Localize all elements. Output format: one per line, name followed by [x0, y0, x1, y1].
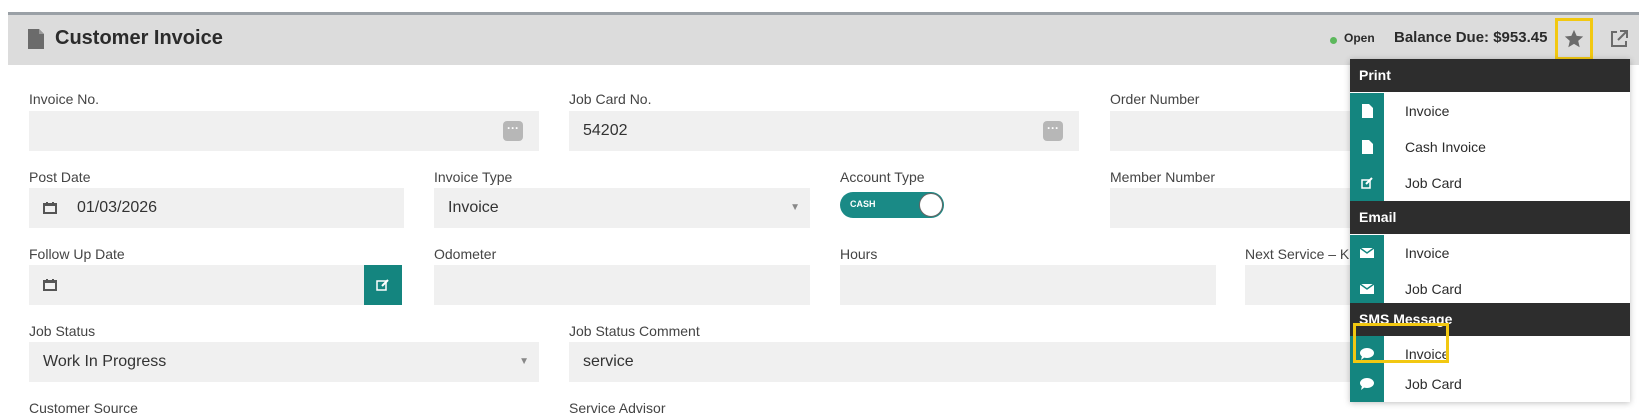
- lookup-icon[interactable]: ···: [503, 121, 523, 141]
- job-status-comment-value: service: [583, 353, 634, 370]
- job-status-label: Job Status: [29, 323, 96, 339]
- menu-item-label: Job Card: [1405, 281, 1462, 297]
- external-link-icon[interactable]: [1609, 29, 1629, 49]
- toggle-knob: [919, 193, 943, 217]
- invoice-type-value: Invoice: [448, 199, 499, 216]
- menu-item-label: Job Card: [1405, 376, 1462, 392]
- status-dot-icon: [1330, 37, 1337, 44]
- invoice-no-label: Invoice No.: [29, 91, 100, 107]
- account-type-label: Account Type: [840, 169, 925, 185]
- next-service-label: Next Service – K: [1245, 246, 1350, 262]
- panel-header: Customer Invoice Open Balance Due: $953.…: [8, 15, 1639, 65]
- post-date-field[interactable]: 01/03/2026: [29, 188, 404, 228]
- toggle-label: CASH: [850, 199, 876, 209]
- customer-source-label: Customer Source: [29, 400, 138, 416]
- highlight-box: [1353, 323, 1449, 363]
- balance-due: Balance Due: $953.45: [1394, 29, 1548, 46]
- chevron-down-icon: ▼: [519, 356, 529, 367]
- hours-label: Hours: [840, 246, 878, 262]
- job-status-select[interactable]: Work In Progress ▼: [29, 342, 539, 382]
- chevron-down-icon: ▼: [790, 202, 800, 213]
- print-job-card-item[interactable]: Job Card: [1350, 165, 1630, 201]
- envelope-icon: [1360, 248, 1374, 258]
- post-date-value: 01/03/2026: [77, 199, 158, 216]
- odometer-field[interactable]: [434, 265, 810, 305]
- order-number-field[interactable]: [1110, 111, 1350, 151]
- calendar-icon: [43, 201, 57, 214]
- document-icon: [28, 29, 44, 49]
- edit-follow-up-button[interactable]: [364, 265, 402, 305]
- member-number-field[interactable]: [1110, 188, 1350, 228]
- job-status-value: Work In Progress: [43, 353, 167, 370]
- menu-section-email: Email: [1350, 201, 1630, 234]
- email-invoice-item[interactable]: Invoice: [1350, 235, 1630, 271]
- menu-section-print: Print: [1350, 59, 1630, 92]
- document-icon: [1361, 104, 1373, 118]
- job-status-comment-field[interactable]: service: [569, 342, 1350, 382]
- invoice-type-select[interactable]: Invoice ▼: [434, 188, 810, 228]
- star-icon: [1564, 29, 1584, 48]
- invoice-type-label: Invoice Type: [434, 169, 513, 185]
- lookup-icon[interactable]: ···: [1043, 121, 1063, 141]
- menu-item-label: Cash Invoice: [1405, 139, 1486, 155]
- status-badge: Open: [1344, 31, 1375, 45]
- member-number-label: Member Number: [1110, 169, 1216, 185]
- menu-item-label: Job Card: [1405, 175, 1462, 191]
- follow-up-date-field[interactable]: [29, 265, 364, 305]
- job-card-no-label: Job Card No.: [569, 91, 652, 107]
- email-job-card-item[interactable]: Job Card: [1350, 271, 1630, 307]
- job-card-no-value: 54202: [583, 122, 628, 139]
- sms-job-card-item[interactable]: Job Card: [1350, 366, 1630, 402]
- page-title: Customer Invoice: [55, 27, 223, 49]
- service-advisor-label: Service Advisor: [569, 400, 666, 416]
- envelope-icon: [1360, 284, 1374, 294]
- document-icon: [1361, 140, 1373, 154]
- job-card-no-field[interactable]: 54202 ···: [569, 111, 1079, 151]
- order-number-label: Order Number: [1110, 91, 1200, 107]
- calendar-icon: [43, 278, 57, 291]
- odometer-label: Odometer: [434, 246, 497, 262]
- favorites-button[interactable]: [1555, 18, 1593, 60]
- comment-icon: [1360, 378, 1374, 390]
- menu-item-label: Invoice: [1405, 245, 1450, 261]
- hours-field[interactable]: [840, 265, 1216, 305]
- print-invoice-item[interactable]: Invoice: [1350, 93, 1630, 129]
- edit-icon: [376, 279, 389, 291]
- account-type-toggle[interactable]: CASH: [840, 192, 944, 218]
- invoice-no-field[interactable]: ···: [29, 111, 539, 151]
- edit-icon: [1360, 176, 1373, 189]
- follow-up-date-label: Follow Up Date: [29, 246, 125, 262]
- print-cash-invoice-item[interactable]: Cash Invoice: [1350, 129, 1630, 165]
- next-service-field[interactable]: [1245, 265, 1350, 305]
- post-date-label: Post Date: [29, 169, 91, 185]
- menu-item-label: Invoice: [1405, 103, 1450, 119]
- job-status-comment-label: Job Status Comment: [569, 323, 700, 339]
